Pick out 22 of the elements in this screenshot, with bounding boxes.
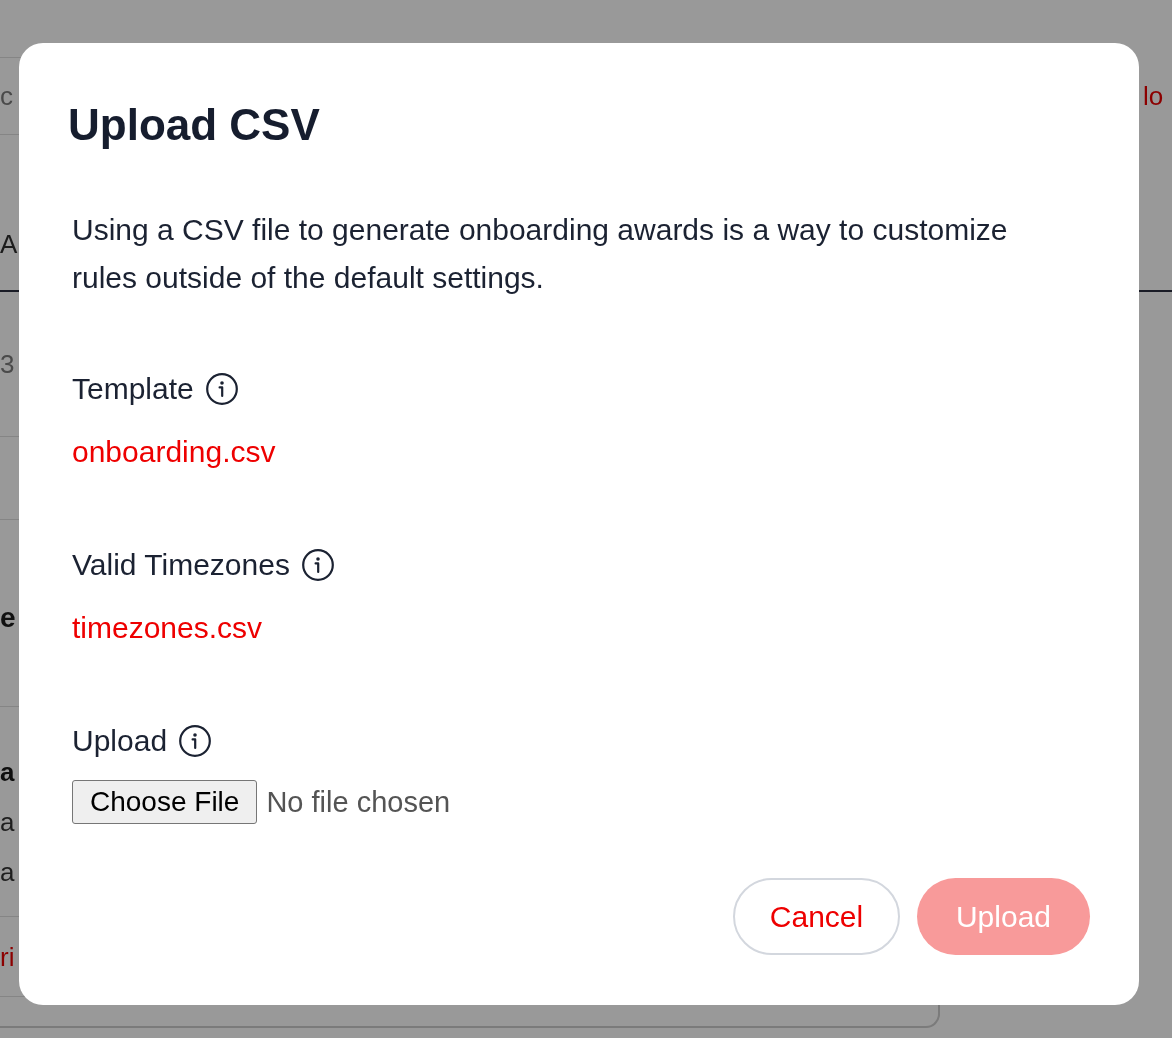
field-label: Valid Timezones — [72, 547, 290, 583]
dialog-title: Upload CSV — [68, 99, 320, 151]
field-label: Template — [72, 371, 194, 407]
placeholder-text: c — [0, 81, 13, 111]
row-text: a — [0, 856, 15, 889]
info-icon[interactable] — [205, 373, 238, 405]
file-link[interactable]: onboarding.csv — [72, 432, 276, 472]
row-value: 3 — [0, 349, 15, 379]
description-text: Using a CSV file to generate onboarding awards is a way to customize rules outside of the default settings. — [72, 212, 1009, 296]
field-label: Upload — [72, 723, 168, 759]
choose-file-button[interactable]: Choose File — [72, 780, 258, 824]
section-heading: e — [0, 602, 16, 634]
tab-label: A — [0, 229, 18, 259]
file-status-text: No file chosen — [266, 785, 451, 819]
row-text: a — [0, 756, 15, 789]
link-text: ri — [0, 941, 15, 972]
info-icon[interactable] — [179, 725, 212, 757]
file-link[interactable]: timezones.csv — [72, 608, 263, 648]
row-text: a — [0, 806, 15, 839]
cancel-button[interactable]: Cancel — [733, 878, 900, 955]
link-text: lo — [1143, 81, 1164, 111]
info-icon[interactable] — [301, 549, 334, 581]
